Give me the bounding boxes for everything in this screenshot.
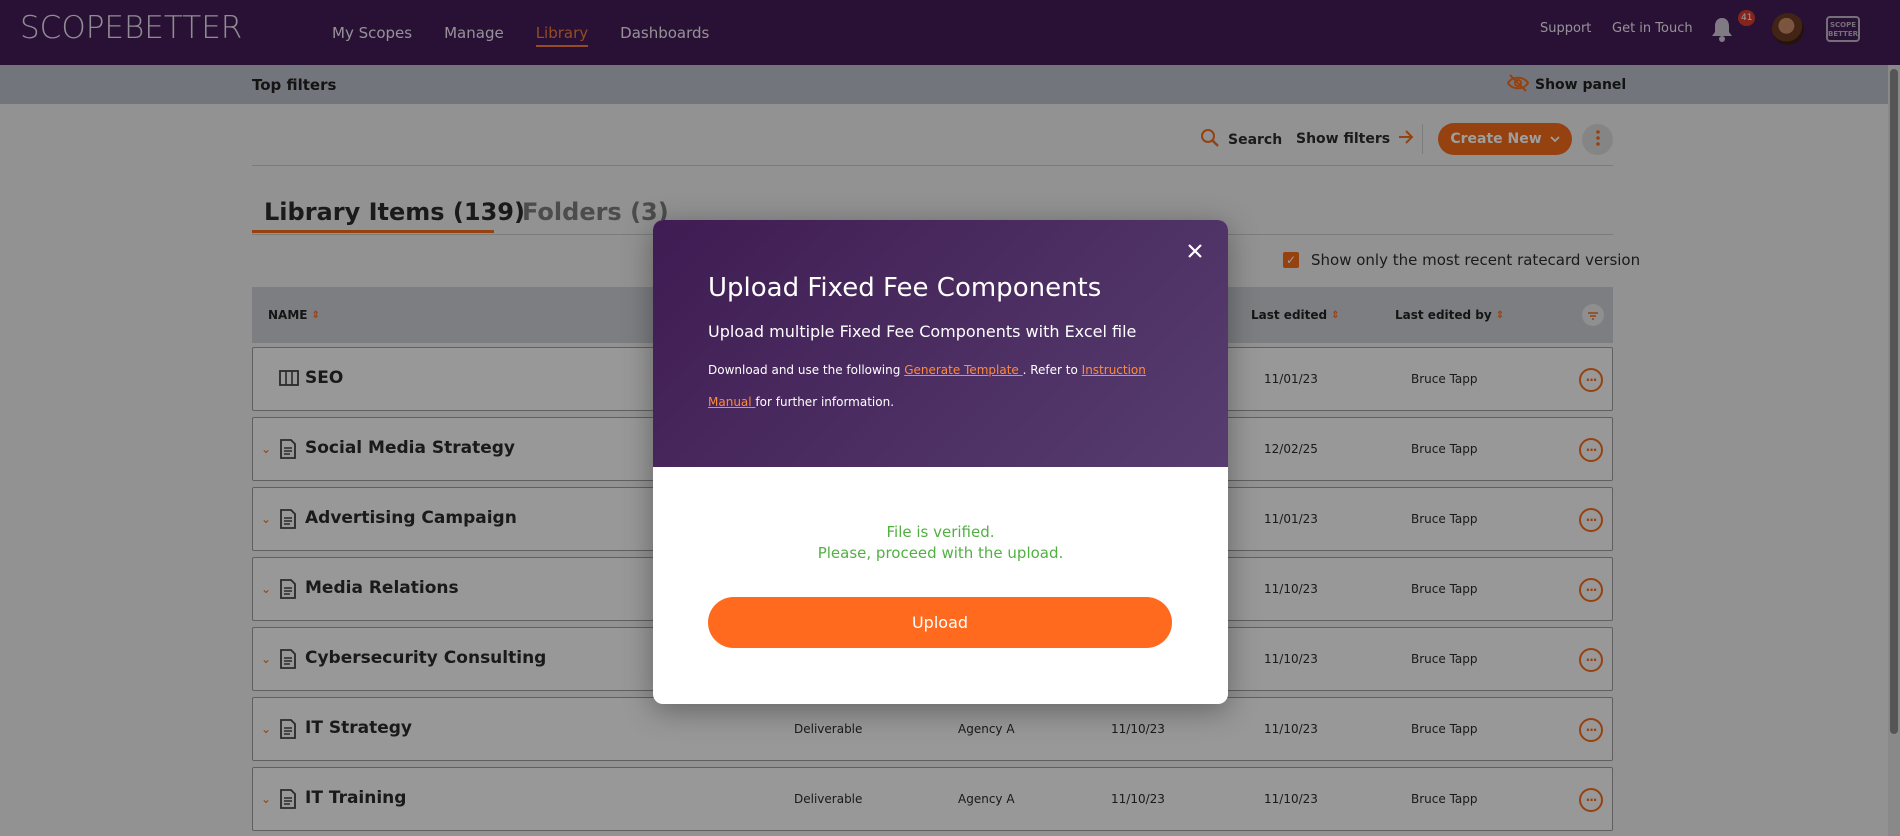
verified-line-1: File is verified. bbox=[886, 523, 995, 541]
desc-suffix: for further information. bbox=[755, 395, 895, 409]
generate-template-link[interactable]: Generate Template bbox=[904, 363, 1022, 377]
modal-title: Upload Fixed Fee Components bbox=[708, 273, 1102, 303]
desc-prefix: Download and use the following bbox=[708, 363, 905, 377]
close-icon[interactable] bbox=[1183, 239, 1207, 263]
verification-message: File is verified. Please, proceed with t… bbox=[653, 522, 1228, 564]
modal-header: Upload Fixed Fee Components Upload multi… bbox=[653, 220, 1228, 467]
verified-line-2: Please, proceed with the upload. bbox=[817, 544, 1064, 562]
modal-subtitle: Upload multiple Fixed Fee Components wit… bbox=[708, 322, 1137, 341]
modal-description: Download and use the following Generate … bbox=[708, 354, 1178, 418]
upload-modal: Upload Fixed Fee Components Upload multi… bbox=[653, 220, 1228, 704]
desc-middle: . Refer to bbox=[1022, 363, 1082, 377]
upload-button[interactable]: Upload bbox=[708, 597, 1172, 648]
